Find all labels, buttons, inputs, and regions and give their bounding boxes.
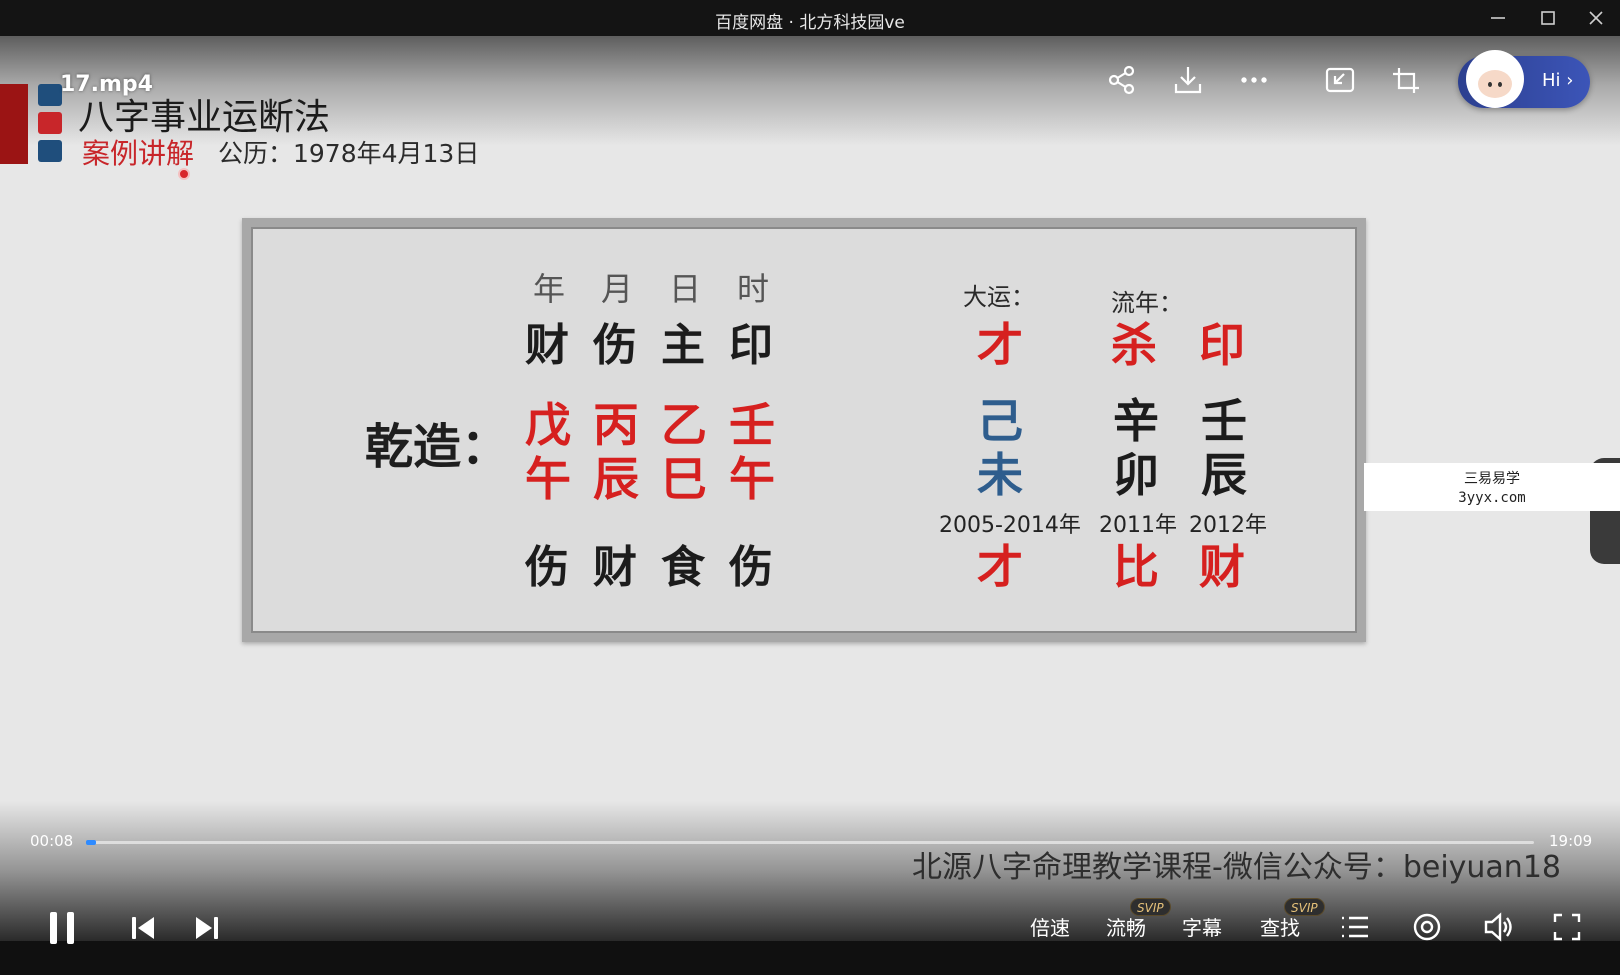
close-icon (1589, 11, 1603, 25)
dayun-ten-god-bottom: 才 (977, 540, 1023, 594)
earthly-branch: 午 (525, 452, 571, 506)
liunian-branch: 卯 (1113, 448, 1159, 502)
list-icon (1342, 916, 1368, 938)
pip-icon (1325, 67, 1355, 93)
liunian-ten-god-top: 印 (1199, 318, 1245, 372)
volume-button[interactable] (1482, 910, 1516, 944)
crop-icon (1393, 68, 1419, 93)
liunian-ten-god-top: 杀 (1111, 318, 1157, 372)
close-button[interactable] (1578, 4, 1614, 32)
minimize-icon (1491, 17, 1505, 19)
ten-god-bottom: 财 (593, 542, 637, 593)
pause-button[interactable] (44, 908, 80, 948)
dayun-branch: 未 (977, 448, 1023, 502)
assistant-avatar-icon (1466, 50, 1524, 108)
file-name: 17.mp4 (60, 72, 153, 97)
search-button[interactable]: 查找 (1260, 912, 1300, 941)
playlist-button[interactable] (1338, 910, 1372, 944)
watermark-line1: 三易易学 (1464, 471, 1520, 487)
pillar-header-hour: 时 (737, 270, 770, 308)
minimize-button[interactable] (1480, 4, 1516, 32)
skip-next-icon (196, 917, 218, 939)
slide-subtitle: 案例讲解 (82, 137, 195, 170)
site-watermark: 三易易学 3yyx.com (1364, 463, 1620, 511)
previous-button[interactable] (128, 908, 158, 948)
svip-badge-quality: SVIP (1130, 898, 1171, 916)
qian-zao-label: 乾造： (365, 419, 510, 475)
liunian-ten-god-bottom: 财 (1199, 540, 1245, 594)
ten-god-top: 主 (661, 320, 705, 371)
maximize-icon (1541, 11, 1555, 25)
speed-button[interactable]: 倍速 (1030, 912, 1070, 941)
svip-badge-search: SVIP (1284, 898, 1325, 916)
more-icon (1241, 77, 1267, 83)
mini-window-button[interactable] (1386, 60, 1426, 100)
fullscreen-icon (1553, 913, 1581, 941)
ten-god-bottom: 伤 (729, 542, 773, 593)
progress-fill (86, 840, 97, 845)
title-bar: 百度网盘 · 北方科技园ve (0, 0, 1620, 36)
settings-button[interactable] (1410, 910, 1444, 944)
ten-god-top: 财 (525, 320, 569, 371)
ten-god-top: 伤 (593, 320, 637, 371)
subtitle-button[interactable]: 字幕 (1182, 912, 1222, 941)
video-caption: 北源八字命理教学课程-微信公众号：beiyuan18 (912, 850, 1561, 885)
progress-bar[interactable] (86, 840, 1534, 845)
course-logo (0, 84, 66, 164)
earthly-branch: 午 (729, 452, 775, 506)
pillar-header-day: 日 (669, 270, 702, 308)
assistant-hi-label: Hi › (1542, 70, 1574, 91)
download-icon (1174, 67, 1202, 94)
app-window: 百度网盘 · 北方科技园ve 八字事业运断法 17.mp4 案例讲解 公历：19… (0, 0, 1620, 975)
slide-date: 公历：1978年4月13日 (218, 139, 480, 168)
current-time: 00:08 (30, 832, 74, 850)
skip-previous-icon (132, 917, 154, 939)
pause-icon (50, 912, 74, 944)
fullscreen-button[interactable] (1550, 910, 1584, 944)
ten-god-top: 印 (729, 320, 773, 371)
volume-icon (1484, 912, 1512, 942)
download-button[interactable] (1168, 60, 1208, 100)
more-button[interactable] (1234, 60, 1274, 100)
pointer-dot (178, 168, 190, 180)
next-button[interactable] (192, 908, 222, 948)
liunian-branch: 辰 (1201, 448, 1247, 502)
bazi-chart-board: 年 月 日 时 财 伤 主 印 乾造： 戊 丙 乙 壬 午 辰 巳 午 伤 财 … (242, 218, 1366, 642)
liunian-ten-god-bottom: 比 (1113, 540, 1159, 594)
assistant-hi-button[interactable]: Hi › (1458, 50, 1590, 108)
pillar-header-year: 年 (533, 270, 566, 308)
ten-god-bottom: 伤 (525, 542, 569, 593)
pillar-header-month: 月 (601, 270, 634, 308)
quality-button[interactable]: 流畅 (1106, 912, 1146, 941)
ten-god-bottom: 食 (661, 542, 705, 593)
share-button[interactable] (1102, 60, 1142, 100)
maximize-button[interactable] (1530, 4, 1566, 32)
window-title: 百度网盘 · 北方科技园ve (715, 13, 905, 33)
total-time: 19:09 (1549, 832, 1593, 850)
dayun-label: 大运： (963, 283, 1035, 311)
video-canvas[interactable]: 八字事业运断法 17.mp4 案例讲解 公历：1978年4月13日 Hi › 年… (0, 36, 1620, 941)
earthly-branch: 巳 (661, 452, 707, 506)
dayun-ten-god-top: 才 (977, 318, 1023, 372)
earthly-branch: 辰 (593, 452, 639, 506)
watermark-line2: 3yyx.com (1458, 490, 1526, 506)
settings-icon (1413, 913, 1441, 941)
picture-in-picture-button[interactable] (1320, 60, 1360, 100)
share-icon (1108, 65, 1135, 95)
